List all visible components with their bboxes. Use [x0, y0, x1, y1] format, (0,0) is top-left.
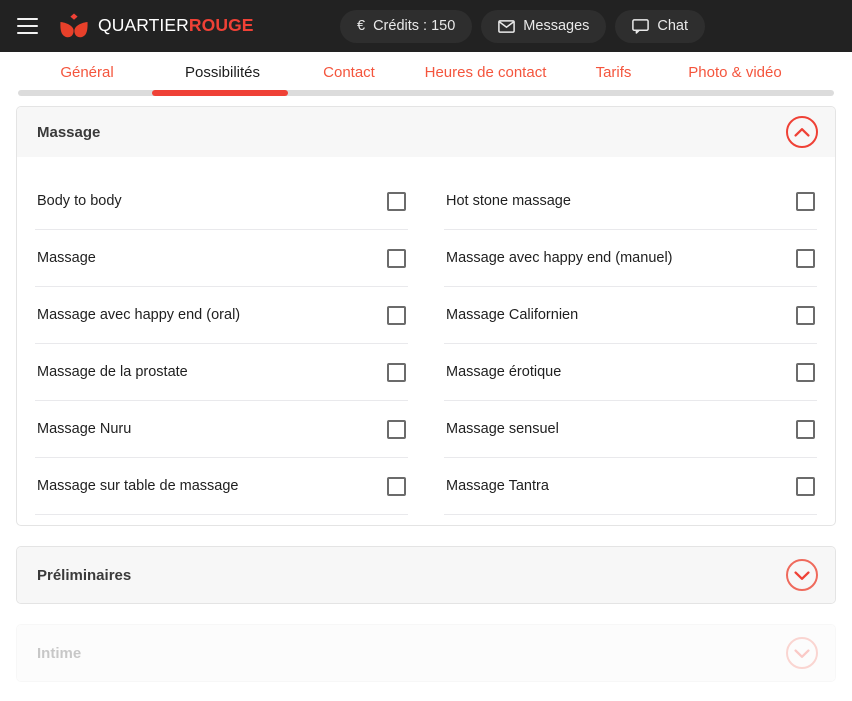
brand-text-rouge: ROUGE — [188, 15, 254, 36]
section-card-preliminaires: Préliminaires — [16, 546, 836, 604]
option-checkbox[interactable] — [796, 419, 815, 439]
option-checkbox[interactable] — [796, 476, 815, 496]
option-checkbox[interactable] — [796, 305, 815, 325]
tab-scroll-thumb[interactable] — [152, 90, 288, 96]
options-column-right: Hot stone massage Massage avec happy end… — [426, 173, 835, 515]
option-row[interactable]: Massage de la prostate — [35, 344, 408, 401]
section-title-preliminaires: Préliminaires — [37, 566, 132, 584]
option-label: Massage Tantra — [446, 478, 549, 494]
credits-button[interactable]: € Crédits : 150 — [340, 9, 473, 43]
option-row[interactable]: Massage Tantra — [444, 458, 817, 515]
option-label: Hot stone massage — [446, 193, 571, 209]
section-header-intime[interactable]: Intime — [17, 625, 835, 681]
messages-label: Messages — [523, 17, 590, 34]
brand-text: QUARTIERROUGE — [98, 17, 254, 35]
option-label: Massage érotique — [446, 364, 562, 380]
tab-tarifs[interactable]: Tarifs — [562, 61, 665, 90]
tab-heures-de-contact[interactable]: Heures de contact — [409, 61, 562, 90]
option-label: Massage avec happy end (oral) — [37, 307, 241, 323]
chevron-down-icon[interactable] — [786, 637, 818, 669]
option-label: Massage Nuru — [37, 421, 132, 437]
option-row[interactable]: Massage — [35, 230, 408, 287]
option-label: Massage — [37, 250, 96, 266]
option-row[interactable]: Body to body — [35, 173, 408, 230]
hamburger-line — [16, 32, 38, 34]
hamburger-line — [16, 18, 38, 20]
euro-icon: € — [357, 17, 366, 34]
option-label: Massage Californien — [446, 307, 579, 323]
section-body-massage: Body to body Massage Massage avec happy … — [17, 157, 835, 525]
section-title-intime: Intime — [37, 644, 82, 662]
chat-label: Chat — [657, 17, 689, 34]
tab-scroll-track[interactable] — [18, 90, 834, 96]
section-header-preliminaires[interactable]: Préliminaires — [17, 547, 835, 603]
option-checkbox[interactable] — [387, 476, 406, 496]
option-row[interactable]: Massage érotique — [444, 344, 817, 401]
option-row[interactable]: Massage Californien — [444, 287, 817, 344]
option-checkbox[interactable] — [387, 419, 406, 439]
option-label: Massage sensuel — [446, 421, 559, 437]
tab-list: Général Possibilités Contact Heures de c… — [0, 61, 852, 90]
brand-logo[interactable]: QUARTIERROUGE — [59, 13, 254, 39]
chat-button[interactable]: Chat — [615, 9, 706, 43]
option-checkbox[interactable] — [387, 362, 406, 382]
credits-label: Crédits : 150 — [373, 17, 456, 34]
section-clip-intime: Intime — [16, 624, 836, 684]
tab-photo-video[interactable]: Photo & vidéo — [665, 61, 805, 90]
chat-bubble-icon — [632, 18, 650, 34]
section-card-massage: Massage Body to body Massage Massage ave… — [16, 106, 836, 526]
messages-button[interactable]: Messages — [481, 9, 607, 43]
option-row[interactable]: Massage avec happy end (manuel) — [444, 230, 817, 287]
option-row[interactable]: Massage avec happy end (oral) — [35, 287, 408, 344]
options-column-left: Body to body Massage Massage avec happy … — [17, 173, 426, 515]
option-row[interactable]: Massage sur table de massage — [35, 458, 408, 515]
tab-contact[interactable]: Contact — [289, 61, 409, 90]
topbar-actions: € Crédits : 150 Messages Chat — [340, 0, 706, 52]
section-header-massage[interactable]: Massage — [17, 107, 835, 157]
tab-possibilites[interactable]: Possibilités — [156, 61, 289, 90]
top-bar: QUARTIERROUGE € Crédits : 150 Messages C… — [0, 0, 852, 52]
quartier-rouge-logo-icon — [59, 13, 89, 39]
option-label: Massage avec happy end (manuel) — [446, 250, 673, 266]
option-row[interactable]: Massage Nuru — [35, 401, 408, 458]
option-checkbox[interactable] — [387, 248, 406, 268]
chevron-down-icon[interactable] — [786, 559, 818, 591]
envelope-icon — [498, 19, 516, 33]
hamburger-menu-icon[interactable] — [12, 11, 42, 41]
option-checkbox[interactable] — [796, 362, 815, 382]
tab-bar: Général Possibilités Contact Heures de c… — [0, 52, 852, 96]
option-label: Massage de la prostate — [37, 364, 188, 380]
option-label: Massage sur table de massage — [37, 478, 239, 494]
section-title-massage: Massage — [37, 123, 101, 141]
section-card-intime: Intime — [16, 624, 836, 682]
hamburger-line — [16, 25, 38, 27]
option-row[interactable]: Hot stone massage — [444, 173, 817, 230]
option-checkbox[interactable] — [796, 248, 815, 268]
chevron-up-icon[interactable] — [786, 116, 818, 148]
brand-text-quartier: QUARTIER — [98, 15, 189, 36]
option-label: Body to body — [37, 193, 122, 209]
option-checkbox[interactable] — [796, 191, 815, 211]
main-content: Massage Body to body Massage Massage ave… — [0, 96, 852, 684]
option-row[interactable]: Massage sensuel — [444, 401, 817, 458]
option-checkbox[interactable] — [387, 191, 406, 211]
tab-general[interactable]: Général — [18, 61, 156, 90]
option-checkbox[interactable] — [387, 305, 406, 325]
